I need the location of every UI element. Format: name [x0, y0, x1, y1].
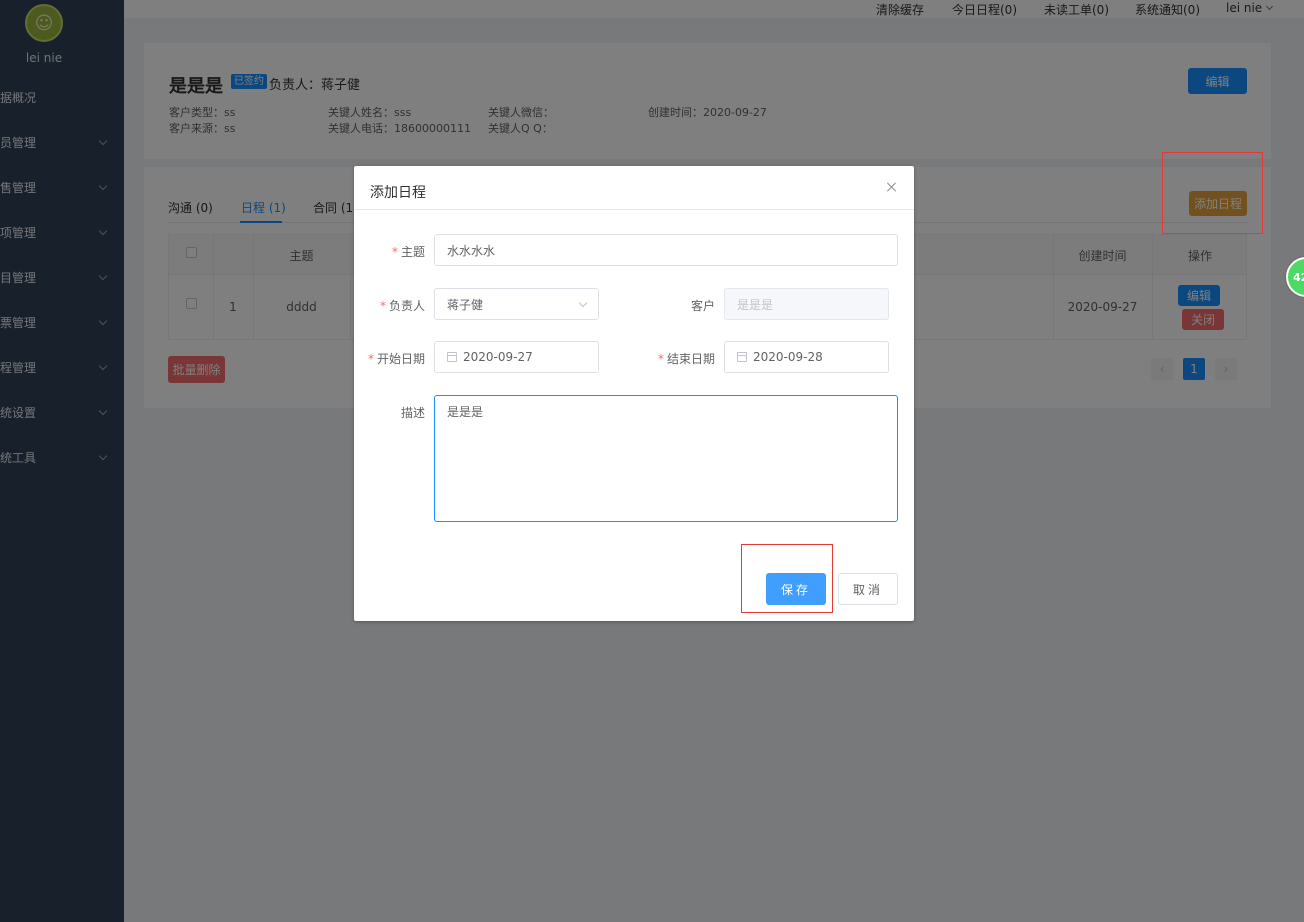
end-date-label: * 结束日期	[658, 350, 715, 367]
start-date-picker[interactable]: 2020-09-27	[434, 341, 599, 373]
description-textarea[interactable]: 是是是	[434, 395, 898, 522]
customer-input: 是是是	[724, 288, 889, 320]
owner-label: * 负责人	[380, 297, 425, 314]
subject-label: * 主题	[392, 243, 425, 260]
required-mark: *	[657, 352, 664, 366]
chevron-down-icon	[578, 298, 588, 308]
subject-input[interactable]: 水水水水	[434, 234, 898, 266]
start-date-label-text: 开始日期	[376, 352, 425, 366]
end-date-value: 2020-09-28	[753, 350, 823, 364]
required-mark: *	[379, 299, 386, 313]
owner-label-text: 负责人	[388, 299, 425, 313]
customer-label: 客户	[690, 299, 715, 313]
required-mark: *	[391, 245, 398, 259]
end-date-label-text: 结束日期	[666, 352, 715, 366]
annotation-box-add-schedule	[1162, 152, 1263, 234]
subject-label-text: 主题	[400, 245, 425, 259]
required-mark: *	[367, 352, 374, 366]
end-date-picker[interactable]: 2020-09-28	[724, 341, 889, 373]
dialog-header: 添加日程	[354, 166, 914, 210]
annotation-box-save	[741, 544, 833, 613]
description-label: 描述	[400, 406, 425, 420]
dialog-title: 添加日程	[370, 185, 426, 201]
start-date-value: 2020-09-27	[463, 350, 533, 364]
owner-select-value: 蒋子健	[447, 297, 484, 312]
cancel-button[interactable]: 取消	[838, 573, 898, 605]
start-date-label: * 开始日期	[368, 350, 425, 367]
owner-select[interactable]: 蒋子健	[434, 288, 599, 320]
close-icon[interactable]	[886, 181, 898, 193]
calendar-icon	[447, 352, 457, 362]
calendar-icon	[737, 352, 747, 362]
